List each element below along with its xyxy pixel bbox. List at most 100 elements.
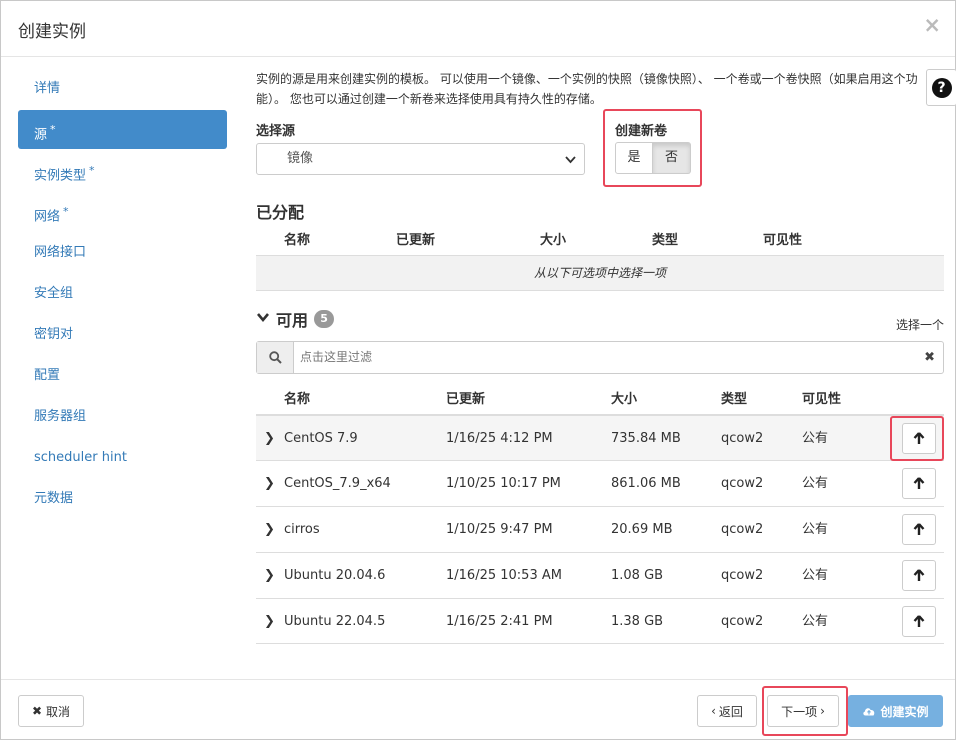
sidebar-item-label: 服务器组	[34, 409, 87, 424]
table-row[interactable]: ❯ Ubuntu 20.04.6 1/16/25 10:53 AM 1.08 G…	[256, 552, 944, 598]
source-intro-text: 实例的源是用来创建实例的模板。 可以使用一个镜像、一个实例的快照（镜像快照）、 …	[256, 72, 918, 106]
column-header-name: 名称	[284, 392, 311, 407]
image-type: qcow2	[721, 522, 764, 537]
wizard-sidebar: 详情 源 * 实例类型 * 网络 * 网络接口 安全组 密钥对 配置 服务器组 sch…	[18, 69, 227, 520]
sidebar-item-security-groups[interactable]: 安全组	[18, 274, 227, 313]
image-type: qcow2	[721, 568, 764, 583]
sidebar-item-label: 网络接口	[34, 245, 87, 260]
chevron-down-icon	[565, 146, 576, 186]
create-instance-button[interactable]: 创建实例	[848, 695, 943, 727]
allocated-empty-row: 从以下可选项中选择一项	[256, 255, 944, 291]
next-label: 下一项	[781, 704, 818, 719]
image-type: qcow2	[721, 476, 764, 491]
chevron-right-icon[interactable]: ❯	[264, 507, 275, 553]
modal-title: 创建实例	[18, 22, 86, 42]
image-visibility: 公有	[802, 568, 829, 583]
sidebar-item-label: 网络	[34, 209, 61, 225]
column-header-visibility: 可见性	[802, 392, 842, 407]
table-row[interactable]: ❯ cirros 1/10/25 9:47 PM 20.69 MB qcow2 …	[256, 506, 944, 552]
back-label: 返回	[718, 704, 743, 719]
sidebar-item-flavor[interactable]: 实例类型 *	[18, 151, 227, 190]
new-volume-label: 创建新卷	[615, 124, 668, 139]
sidebar-item-source[interactable]: 源 *	[18, 110, 227, 149]
image-updated: 1/10/25 10:17 PM	[446, 476, 561, 491]
new-volume-no-button[interactable]: 否	[653, 142, 691, 174]
column-header-type: 类型	[652, 233, 679, 248]
cancel-button[interactable]: ✖ 取消	[18, 695, 84, 727]
choose-one-hint: 选择一个	[895, 318, 944, 332]
sidebar-item-key-pair[interactable]: 密钥对	[18, 315, 227, 354]
sidebar-item-label: 元数据	[34, 491, 74, 506]
chevron-right-icon[interactable]: ❯	[264, 599, 275, 645]
column-header-updated: 已更新	[396, 233, 436, 248]
image-visibility: 公有	[802, 614, 829, 629]
modal-header: 创建实例 ×	[1, 1, 955, 57]
table-row[interactable]: ❯ Ubuntu 22.04.5 1/16/25 2:41 PM 1.38 GB…	[256, 598, 944, 644]
sidebar-item-label: 源	[34, 127, 48, 143]
chevron-right-icon[interactable]: ❯	[264, 416, 275, 462]
sidebar-item-configuration[interactable]: 配置	[18, 356, 227, 395]
source-panel: 实例的源是用来创建实例的模板。 可以使用一个镜像、一个实例的快照（镜像快照）、 …	[256, 69, 944, 644]
allocate-button[interactable]	[902, 514, 936, 545]
image-updated: 1/16/25 2:41 PM	[446, 614, 553, 629]
sidebar-item-details[interactable]: 详情	[18, 69, 227, 108]
available-table-body: ❯ CentOS 7.9 1/16/25 4:12 PM 735.84 MB q…	[256, 414, 944, 644]
cloud-upload-icon	[863, 708, 875, 716]
sidebar-item-networks[interactable]: 网络 *	[18, 192, 227, 231]
sidebar-item-scheduler-hint[interactable]: scheduler hint	[18, 438, 227, 477]
create-label: 创建实例	[880, 704, 929, 719]
close-icon[interactable]: ×	[923, 13, 941, 37]
sidebar-item-metadata[interactable]: 元数据	[18, 479, 227, 518]
image-name: Ubuntu 22.04.5	[284, 614, 386, 629]
select-source-dropdown[interactable]: 镜像	[256, 143, 585, 175]
image-size: 20.69 MB	[611, 522, 673, 537]
select-source-label: 选择源	[256, 124, 296, 139]
next-button[interactable]: 下一项 ›	[767, 695, 839, 727]
chevron-right-icon[interactable]: ❯	[264, 553, 275, 599]
table-row[interactable]: ❯ CentOS_7.9_x64 1/10/25 10:17 PM 861.06…	[256, 460, 944, 506]
allocate-button[interactable]	[902, 560, 936, 591]
sidebar-item-label: 详情	[34, 81, 61, 96]
sidebar-item-label: 密钥对	[34, 327, 74, 342]
chevron-down-icon	[256, 310, 270, 328]
clear-filter-icon[interactable]: ✖	[924, 342, 935, 373]
image-size: 1.08 GB	[611, 568, 664, 583]
arrow-up-icon	[913, 523, 925, 535]
image-visibility: 公有	[802, 431, 829, 446]
allocated-title: 已分配	[256, 203, 305, 222]
image-size: 735.84 MB	[611, 431, 681, 446]
modal-footer: ✖ 取消 ‹ 返回 下一项 › 创建实例	[1, 679, 955, 739]
allocate-button[interactable]	[902, 606, 936, 637]
sidebar-item-label: 安全组	[34, 286, 74, 301]
available-toggle[interactable]: 可用 5	[256, 307, 335, 331]
back-button[interactable]: ‹ 返回	[697, 695, 757, 727]
available-title: 可用	[276, 311, 309, 330]
select-source-value: 镜像	[287, 151, 314, 166]
required-marker: *	[63, 205, 69, 218]
allocate-highlight	[890, 416, 944, 461]
allocated-table-header: 名称 已更新 大小 类型 可见性	[256, 229, 944, 253]
image-updated: 1/16/25 4:12 PM	[446, 431, 553, 446]
new-volume-toggle: 是 否	[615, 142, 691, 174]
arrow-up-icon	[913, 569, 925, 581]
image-size: 861.06 MB	[611, 476, 681, 491]
available-table-header: 名称 已更新 大小 类型 可见性	[256, 388, 944, 412]
image-type: qcow2	[721, 614, 764, 629]
column-header-size: 大小	[611, 392, 638, 407]
column-header-type: 类型	[721, 392, 748, 407]
chevron-left-icon: ‹	[711, 704, 716, 718]
sidebar-item-server-groups[interactable]: 服务器组	[18, 397, 227, 436]
chevron-right-icon[interactable]: ❯	[264, 461, 275, 507]
close-icon: ✖	[31, 704, 43, 718]
new-volume-yes-button[interactable]: 是	[615, 142, 653, 174]
filter-input[interactable]: 点击这里过滤	[300, 342, 372, 373]
cancel-label: 取消	[46, 704, 71, 719]
image-name: cirros	[284, 522, 320, 537]
table-row[interactable]: ❯ CentOS 7.9 1/16/25 4:12 PM 735.84 MB q…	[256, 414, 944, 460]
allocate-button[interactable]	[902, 468, 936, 499]
column-header-name: 名称	[284, 233, 311, 248]
image-name: Ubuntu 20.04.6	[284, 568, 386, 583]
column-header-updated: 已更新	[446, 392, 486, 407]
sidebar-item-label: 配置	[34, 368, 61, 383]
sidebar-item-network-ports[interactable]: 网络接口	[18, 233, 227, 272]
